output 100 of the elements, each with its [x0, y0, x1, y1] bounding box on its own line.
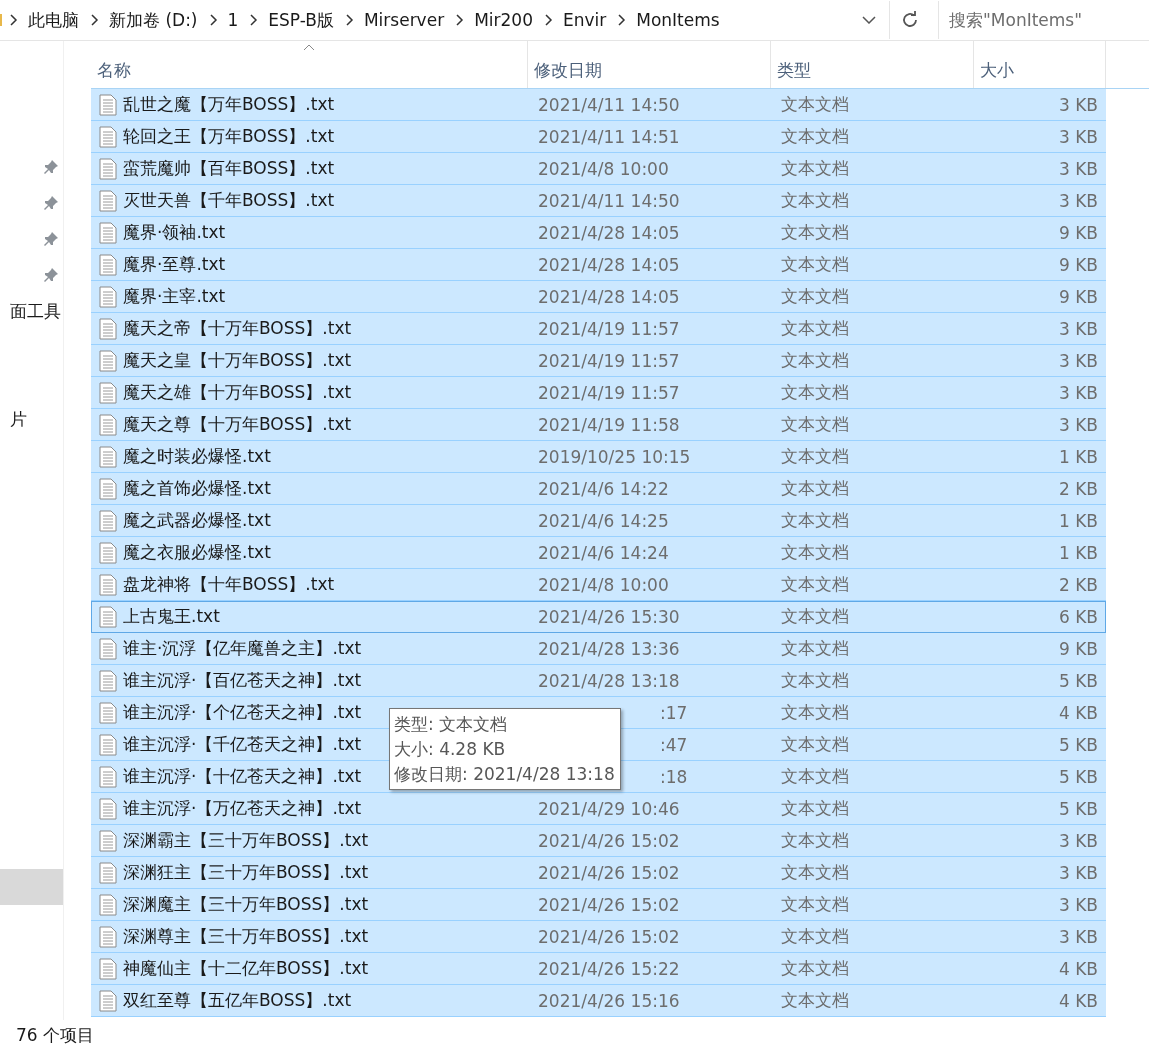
- modified-date: 2021/4/11 14:50: [537, 190, 680, 211]
- modified-date: 2021/4/29 10:46: [537, 798, 680, 819]
- file-type: 文本文档: [780, 989, 849, 1012]
- file-type: 文本文档: [780, 349, 849, 372]
- file-name: 魔天之帝【十万年BOSS】.txt: [123, 317, 352, 340]
- file-type: 文本文档: [780, 189, 849, 212]
- file-size: 3 KB: [1058, 830, 1099, 851]
- file-type: 文本文档: [780, 605, 849, 628]
- file-type: 文本文档: [780, 253, 849, 276]
- file-size: 3 KB: [1058, 382, 1099, 403]
- file-type: 文本文档: [780, 861, 849, 884]
- file-size: 9 KB: [1058, 286, 1099, 307]
- file-type: 文本文档: [780, 381, 849, 404]
- file-type: 文本文档: [780, 797, 849, 820]
- file-type: 文本文档: [780, 413, 849, 436]
- file-type: 文本文档: [780, 157, 849, 180]
- file-name: 谁主·沉浮【亿年魔兽之主】.txt: [123, 637, 362, 660]
- file-type: 文本文档: [780, 285, 849, 308]
- file-size: 3 KB: [1058, 318, 1099, 339]
- file-size: 4 KB: [1058, 958, 1099, 979]
- file-type: 文本文档: [780, 829, 849, 852]
- modified-date: :18: [659, 766, 688, 787]
- file-name: 蛮荒魔帅【百年BOSS】.txt: [123, 157, 335, 180]
- status-text: 76 个项目: [16, 1024, 95, 1047]
- file-type: 文本文档: [780, 541, 849, 564]
- modified-date: :17: [659, 702, 688, 723]
- modified-date: 2021/4/28 14:05: [537, 222, 680, 243]
- file-size: 3 KB: [1058, 94, 1099, 115]
- modified-date: 2021/4/6 14:24: [537, 542, 669, 563]
- file-name: 谁主沉浮·【千亿苍天之神】.txt: [123, 733, 362, 756]
- modified-date: 2021/4/6 14:25: [537, 510, 669, 531]
- file-type: 文本文档: [780, 317, 849, 340]
- file-type: 文本文档: [780, 445, 849, 468]
- file-name: 深渊魔主【三十万年BOSS】.txt: [123, 893, 369, 916]
- file-name: 魔界·领袖.txt: [123, 221, 226, 244]
- file-name: 谁主沉浮·【十亿苍天之神】.txt: [123, 765, 362, 788]
- modified-date: 2021/4/28 14:05: [537, 254, 680, 275]
- file-size: 3 KB: [1058, 350, 1099, 371]
- file-size: 3 KB: [1058, 862, 1099, 883]
- file-name: 深渊尊主【三十万年BOSS】.txt: [123, 925, 369, 948]
- file-size: 1 KB: [1058, 542, 1099, 563]
- file-size: 9 KB: [1058, 638, 1099, 659]
- file-size: 3 KB: [1058, 158, 1099, 179]
- file-size: 9 KB: [1058, 254, 1099, 275]
- file-name: 谁主沉浮·【个亿苍天之神】.txt: [123, 701, 362, 724]
- file-size: 2 KB: [1058, 478, 1099, 499]
- file-size: 5 KB: [1058, 734, 1099, 755]
- file-size: 1 KB: [1058, 510, 1099, 531]
- file-type: 文本文档: [780, 125, 849, 148]
- modified-date: 2021/4/19 11:57: [537, 382, 680, 403]
- file-name: 魔界·至尊.txt: [123, 253, 226, 276]
- file-name: 魔之时装必爆怪.txt: [123, 445, 271, 468]
- modified-date: 2019/10/25 10:15: [537, 446, 691, 467]
- file-size: 1 KB: [1058, 446, 1099, 467]
- modified-date: 2021/4/8 10:00: [537, 574, 669, 595]
- file-name: 双红至尊【五亿年BOSS】.txt: [123, 989, 352, 1012]
- file-type: 文本文档: [780, 509, 849, 532]
- file-size: 3 KB: [1058, 926, 1099, 947]
- modified-date: 2021/4/11 14:51: [537, 126, 680, 147]
- file-type: 文本文档: [780, 733, 849, 756]
- file-name: 神魔仙主【十二亿年BOSS】.txt: [123, 957, 369, 980]
- modified-date: 2021/4/28 14:05: [537, 286, 680, 307]
- modified-date: 2021/4/26 15:16: [537, 990, 680, 1011]
- file-size: 2 KB: [1058, 574, 1099, 595]
- file-name: 魔之首饰必爆怪.txt: [123, 477, 271, 500]
- modified-date: 2021/4/26 15:02: [537, 862, 680, 883]
- modified-date: 2021/4/26 15:02: [537, 830, 680, 851]
- file-size: 5 KB: [1058, 766, 1099, 787]
- file-name: 灭世天兽【千年BOSS】.txt: [123, 189, 335, 212]
- modified-date: 2021/4/26 15:02: [537, 926, 680, 947]
- file-name: 谁主沉浮·【万亿苍天之神】.txt: [123, 797, 362, 820]
- file-name: 轮回之王【万年BOSS】.txt: [123, 125, 335, 148]
- file-size: 3 KB: [1058, 126, 1099, 147]
- file-type: 文本文档: [780, 573, 849, 596]
- tooltip-line: 类型: 文本文档: [394, 713, 508, 736]
- file-type: 文本文档: [780, 477, 849, 500]
- modified-date: 2021/4/26 15:30: [537, 606, 680, 627]
- file-type: 文本文档: [780, 669, 849, 692]
- file-size: 5 KB: [1058, 798, 1099, 819]
- tooltip-line: 修改日期: 2021/4/28 13:18: [394, 763, 615, 786]
- file-name: 魔之武器必爆怪.txt: [123, 509, 271, 532]
- file-name: 魔天之雄【十万年BOSS】.txt: [123, 381, 352, 404]
- modified-date: :47: [659, 734, 688, 755]
- file-type: 文本文档: [780, 765, 849, 788]
- file-name: 魔天之尊【十万年BOSS】.txt: [123, 413, 352, 436]
- file-size: 6 KB: [1058, 606, 1099, 627]
- file-type: 文本文档: [780, 93, 849, 116]
- file-name: 深渊霸主【三十万年BOSS】.txt: [123, 829, 369, 852]
- file-type: 文本文档: [780, 925, 849, 948]
- file-size: 3 KB: [1058, 414, 1099, 435]
- modified-date: 2021/4/6 14:22: [537, 478, 669, 499]
- file-name: 魔之衣服必爆怪.txt: [123, 541, 271, 564]
- file-size: 3 KB: [1058, 190, 1099, 211]
- file-name: 深渊狂主【三十万年BOSS】.txt: [123, 861, 369, 884]
- modified-date: 2021/4/11 14:50: [537, 94, 680, 115]
- modified-date: 2021/4/28 13:18: [537, 670, 680, 691]
- file-name: 上古鬼王.txt: [123, 605, 220, 628]
- file-size: 5 KB: [1058, 670, 1099, 691]
- file-type: 文本文档: [780, 893, 849, 916]
- file-size: 4 KB: [1058, 990, 1099, 1011]
